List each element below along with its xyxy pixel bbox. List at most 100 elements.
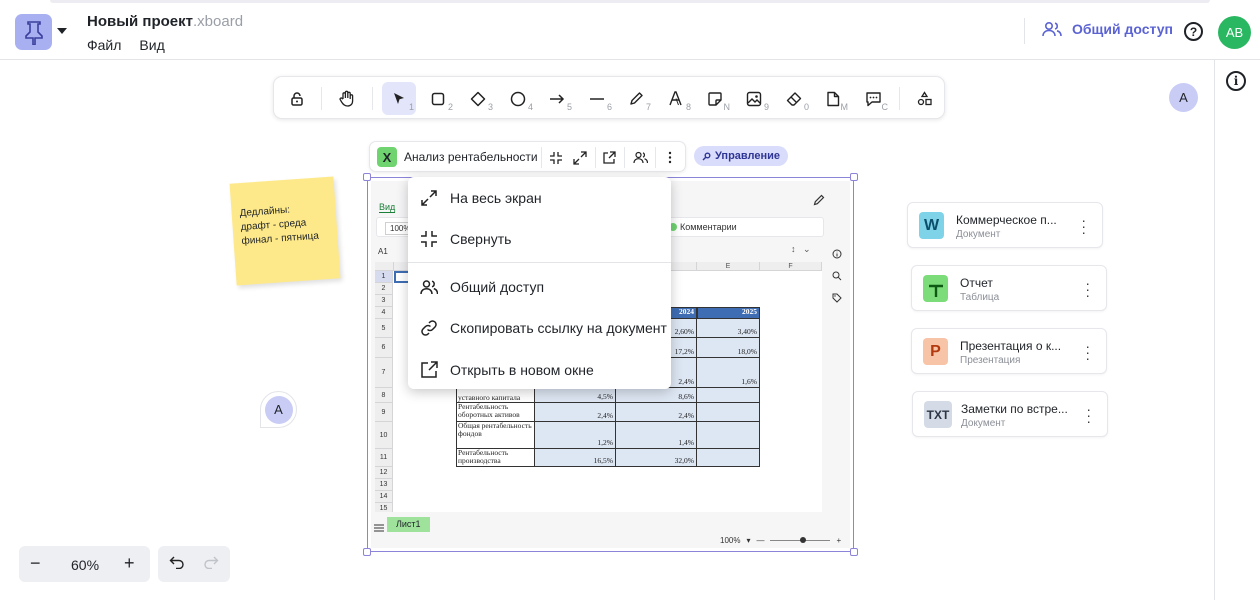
sticky-note[interactable]: Дедлайны: драфт - среда финал - пятница [229,176,341,286]
row-header[interactable]: 7 [375,358,393,388]
resize-handle[interactable] [850,548,858,556]
zoom-level[interactable]: 60% [71,557,99,573]
table-label-cell[interactable]: Рентабельность оборотных активов [456,403,535,422]
table-cell[interactable] [697,422,760,449]
comment-tool[interactable]: C [856,82,890,115]
collapse-button[interactable] [545,147,567,168]
menu-item-copy-link[interactable]: Скопировать ссылку на документ [408,309,671,347]
collaborator-avatar[interactable]: A [1169,83,1198,112]
slider-thumb[interactable] [800,537,807,543]
table-cell[interactable]: 16,5% [535,449,616,467]
image-tool[interactable]: 9 [737,82,771,115]
table-cell[interactable] [697,388,760,403]
table-cell[interactable]: 18,0% [697,338,760,358]
resize-handle[interactable] [363,548,371,556]
row-header[interactable]: 11 [375,449,393,467]
search-icon[interactable] [832,271,842,281]
row-header[interactable]: 8 [375,388,393,403]
column-header-f[interactable]: F [760,262,822,271]
menu-item-fullscreen[interactable]: На весь экран [408,179,671,217]
row-header[interactable]: 3 [375,295,393,307]
table-cell[interactable]: 1,6% [697,358,760,388]
table-header-cell[interactable]: 2025 [697,307,760,319]
info-icon[interactable]: i [1226,71,1246,91]
zoom-in-button[interactable]: + [124,554,135,572]
table-label-cell[interactable]: уставного капитала [456,388,535,403]
sheet-expand-icons[interactable]: ↕ ⌄ [791,244,811,255]
frame-share-button[interactable] [629,147,651,168]
zoom-slider[interactable] [770,537,831,543]
kebab-menu-icon[interactable]: · · · [1085,276,1090,302]
row-header[interactable]: 5 [375,319,393,338]
table-cell[interactable]: 1,4% [616,422,697,449]
row-header[interactable]: 4 [375,307,393,319]
table-cell[interactable]: 2,4% [535,403,616,422]
redo-button[interactable] [203,555,219,574]
row-header[interactable]: 12 [375,467,393,479]
frame-more-button[interactable] [659,147,681,168]
document-title[interactable]: Новый проект.xboard [87,13,243,30]
doc-card[interactable]: TXT Заметки по встре... Документ · · · [912,391,1108,437]
resize-handle[interactable] [850,173,858,181]
sheet-list-menu-icon[interactable] [374,519,384,537]
table-label-cell[interactable]: Рентабельность производства [456,449,535,467]
zoom-in-icon[interactable]: + [836,536,841,545]
menu-item-open-new-window[interactable]: Открыть в новом окне [408,351,671,389]
doc-card[interactable]: W Коммерческое п... Документ · · · [907,202,1103,248]
column-header-e[interactable]: E [697,262,760,271]
sticky-note-tool[interactable]: N [698,82,732,115]
menu-item-share[interactable]: Общий доступ [408,268,671,306]
hand-tool[interactable] [330,82,364,115]
table-cell[interactable] [697,403,760,422]
arrow-tool[interactable]: 5 [540,82,574,115]
frame-title[interactable]: Анализ рентабельности [404,150,538,164]
row-header[interactable]: 10 [375,422,393,449]
kebab-menu-icon[interactable]: · · · [1081,213,1086,239]
zoom-out-icon[interactable]: — [756,536,764,545]
pin-logo-icon[interactable] [15,14,52,50]
open-new-window-button[interactable] [598,147,620,168]
kebab-menu-icon[interactable]: · · · [1085,339,1090,365]
resize-handle[interactable] [363,173,371,181]
cell-reference[interactable]: A1 [378,247,388,256]
lock-tool[interactable] [280,82,314,115]
table-cell[interactable]: 32,0% [616,449,697,467]
rectangle-tool[interactable]: 2 [421,82,455,115]
table-cell[interactable]: 3,40% [697,319,760,338]
line-tool[interactable]: 6 [580,82,614,115]
row-header[interactable]: 2 [375,283,393,295]
menu-view[interactable]: Вид [139,37,164,53]
sheet-tab-list1[interactable]: Лист1 [387,517,430,532]
row-header[interactable]: 6 [375,338,393,358]
document-tool[interactable]: M [816,82,850,115]
pencil-tool[interactable]: 7 [619,82,653,115]
eraser-tool[interactable]: 0 [777,82,811,115]
diamond-tool[interactable]: 3 [461,82,495,115]
row-header[interactable]: 1 [375,271,393,283]
row-header[interactable]: 13 [375,479,393,491]
row-header[interactable]: 15 [375,503,393,512]
edit-pencil-icon[interactable] [813,193,825,211]
manage-badge[interactable]: Управление [694,146,789,166]
sheet-tab-view[interactable]: Вид [379,202,396,213]
fullscreen-button[interactable] [569,147,591,168]
sheet-zoom-value[interactable]: 100% [720,536,740,545]
tag-icon[interactable] [832,293,842,303]
user-avatar[interactable]: AB [1218,16,1251,49]
table-cell[interactable]: 8,6% [616,388,697,403]
doc-card[interactable]: P Презентация о к... Презентация · · · [911,328,1107,374]
info-icon[interactable] [832,249,842,259]
share-button[interactable]: Общий доступ [1042,21,1173,37]
menu-item-collapse[interactable]: Свернуть [408,220,671,258]
row-header[interactable]: 14 [375,491,393,503]
table-cell[interactable] [697,449,760,467]
row-header[interactable]: 9 [375,403,393,422]
shapes-tool[interactable] [907,82,941,115]
kebab-menu-icon[interactable]: · · · [1086,402,1091,428]
table-cell[interactable]: 4,5% [535,388,616,403]
table-label-cell[interactable]: Общая рентабельность фондов [456,422,535,449]
text-tool[interactable]: 8 [659,82,693,115]
menu-file[interactable]: Файл [87,37,121,53]
sheet-comments-toggle[interactable]: Комментарии [669,222,737,232]
table-cell[interactable]: 2,4% [616,403,697,422]
